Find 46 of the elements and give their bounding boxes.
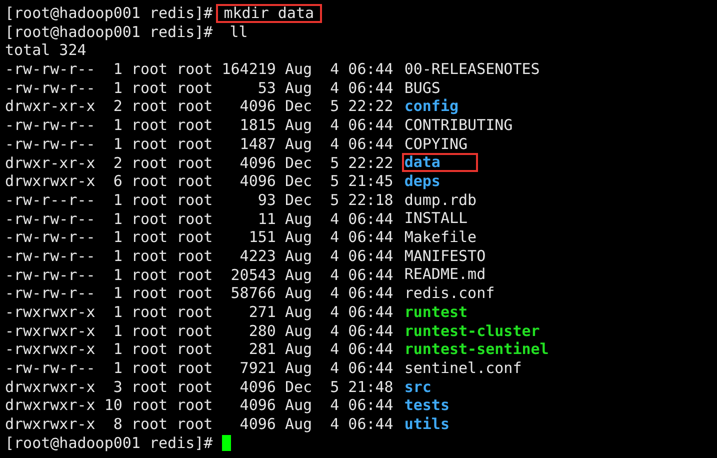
file-name: COPYING [403, 134, 469, 154]
file-details: -rw-rw-r-- 1 root root 53 Aug 4 06:44 [5, 78, 394, 98]
command-text: mkdir data [216, 4, 322, 23]
file-details: -rwxrwxr-x 1 root root 280 Aug 4 06:44 [5, 322, 394, 340]
file-name: dump.rdb [403, 190, 478, 210]
output-text: total 324 [5, 41, 86, 60]
file-name: MANIFESTO [403, 246, 487, 266]
file-name: CONTRIBUTING [403, 116, 514, 135]
file-details: -rw-rw-r-- 1 root root 4223 Aug 4 06:44 [5, 246, 394, 266]
directory-name: tests [403, 396, 450, 416]
file-details: -rwxrwxr-x 1 root root 271 Aug 4 06:44 [5, 303, 394, 322]
file-name: redis.conf [403, 284, 496, 304]
directory-name: src [403, 378, 432, 397]
file-name: sentinel.conf [403, 358, 523, 378]
file-details: drwxrwxr-x 8 root root 4096 Aug 4 06:44 [5, 415, 394, 434]
file-details: -rwxrwxr-x 1 root root 281 Aug 4 06:44 [5, 340, 394, 360]
file-name: 00-RELEASENOTES [403, 60, 541, 79]
file-details: -rw-rw-r-- 1 root root 1487 Aug 4 06:44 [5, 134, 394, 154]
file-details: -rw-r--r-- 1 root root 93 Dec 5 22:18 [5, 190, 394, 210]
file-details: drwxrwxr-x 6 root root 4096 Dec 5 21:45 [5, 172, 394, 191]
file-details: -rw-rw-r-- 1 root root 11 Aug 4 06:44 [5, 210, 394, 228]
file-details: -rw-rw-r-- 1 root root 1815 Aug 4 06:44 [5, 116, 394, 135]
file-details: -rw-rw-r-- 1 root root 7921 Aug 4 06:44 [5, 359, 394, 378]
file-name: runtest-sentinel [403, 340, 550, 360]
shell-prompt: [root@hadoop001 redis]# [5, 4, 213, 23]
file-details: drwxr-xr-x 2 root root 4096 Dec 5 22:22 [5, 154, 394, 172]
file-details: drwxr-xr-x 2 root root 4096 Dec 5 22:22 [5, 97, 394, 116]
file-name: INSTALL [403, 209, 469, 228]
file-details: -rw-rw-r-- 1 root root 164219 Aug 4 06:44 [5, 60, 394, 79]
file-name: runtest-cluster [403, 322, 541, 341]
file-details: -rw-rw-r-- 1 root root 151 Aug 4 06:44 [5, 228, 394, 247]
file-details: -rw-rw-r-- 1 root root 58766 Aug 4 06:44 [5, 284, 394, 304]
shell-prompt: [root@hadoop001 redis]# [5, 22, 213, 42]
shell-prompt: [root@hadoop001 redis]# [5, 434, 213, 453]
directory-name: utils [403, 414, 450, 434]
file-details: -rw-rw-r-- 1 root root 20543 Aug 4 06:44 [5, 266, 394, 284]
file-name: runtest [403, 302, 469, 322]
file-name: BUGS [403, 78, 442, 98]
file-details: drwxrwxr-x 3 root root 4096 Dec 5 21:48 [5, 378, 394, 396]
command-text: ll [228, 22, 249, 42]
directory-name: data [402, 153, 478, 172]
file-name: Makefile [403, 228, 478, 248]
file-name: README.md [403, 265, 487, 284]
directory-name: config [403, 97, 460, 116]
file-details: drwxrwxr-x 10 root root 4096 Aug 4 06:44 [5, 396, 394, 416]
directory-name: deps [403, 172, 442, 192]
